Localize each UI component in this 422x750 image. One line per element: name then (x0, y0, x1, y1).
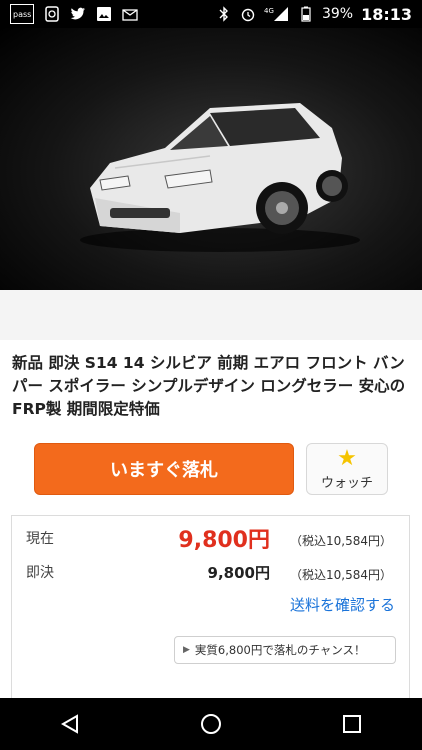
home-button[interactable] (191, 704, 231, 744)
spacer-band (0, 290, 422, 340)
alarm-icon (240, 6, 256, 22)
caret-right-icon: ▶ (183, 645, 190, 655)
shipping-link[interactable]: 送料を確認する (290, 594, 395, 615)
buyout-price-label: 即決 (26, 565, 54, 581)
watch-label: ウォッチ (320, 475, 373, 491)
home-circle-icon (200, 714, 221, 734)
network-type-label: 4G (264, 7, 274, 15)
back-button[interactable] (50, 704, 90, 744)
listing-title: 新品 即決 S14 14 シルビア 前期 エアロ フロント バンパー スポイラー… (12, 354, 406, 418)
bluetooth-icon (216, 6, 232, 22)
pass-icon: pass (10, 4, 35, 24)
buyout-price-value: 9,800円 (207, 564, 270, 582)
current-price-label: 現在 (26, 531, 54, 547)
battery-icon (298, 6, 314, 22)
chance-banner[interactable]: ▶ 実質6,800円で落札のチャンス！ (174, 636, 396, 664)
buyout-price-tax: （税込10,584円） (290, 568, 392, 582)
watch-button[interactable]: ★ ウォッチ (306, 443, 388, 495)
clock: 18:13 (361, 4, 412, 24)
product-image[interactable] (0, 28, 422, 290)
status-bar-right: 4G 39% 18:13 (216, 5, 412, 24)
mail-icon (122, 6, 138, 22)
star-icon: ★ (337, 445, 357, 471)
current-price-value: 9,800円 (178, 528, 270, 553)
chance-text: 実質6,800円で落札のチャンス！ (194, 643, 366, 657)
current-price-tax: （税込10,584円） (290, 534, 392, 548)
status-bar-left: pass (10, 4, 138, 24)
navigation-bar (0, 698, 422, 750)
buyout-price-row: 即決 9,800円 （税込10,584円） (26, 562, 396, 586)
recents-button[interactable] (332, 704, 372, 744)
car-image (80, 103, 360, 252)
image-icon (96, 6, 112, 22)
back-triangle-icon (61, 714, 79, 734)
twitter-icon (70, 6, 86, 22)
current-price-row: 現在 9,800円 （税込10,584円） (26, 528, 396, 553)
buy-now-button[interactable]: いますぐ落札 (34, 443, 294, 495)
status-bar: pass 4G 39% 18:13 (0, 0, 422, 28)
app-icon (44, 6, 60, 22)
recents-square-icon (342, 715, 361, 733)
battery-percent: 39% (321, 6, 354, 22)
price-panel: 現在 9,800円 （税込10,584円） 即決 9,800円 （税込10,58… (11, 515, 410, 705)
signal-icon: 4G (264, 6, 290, 22)
